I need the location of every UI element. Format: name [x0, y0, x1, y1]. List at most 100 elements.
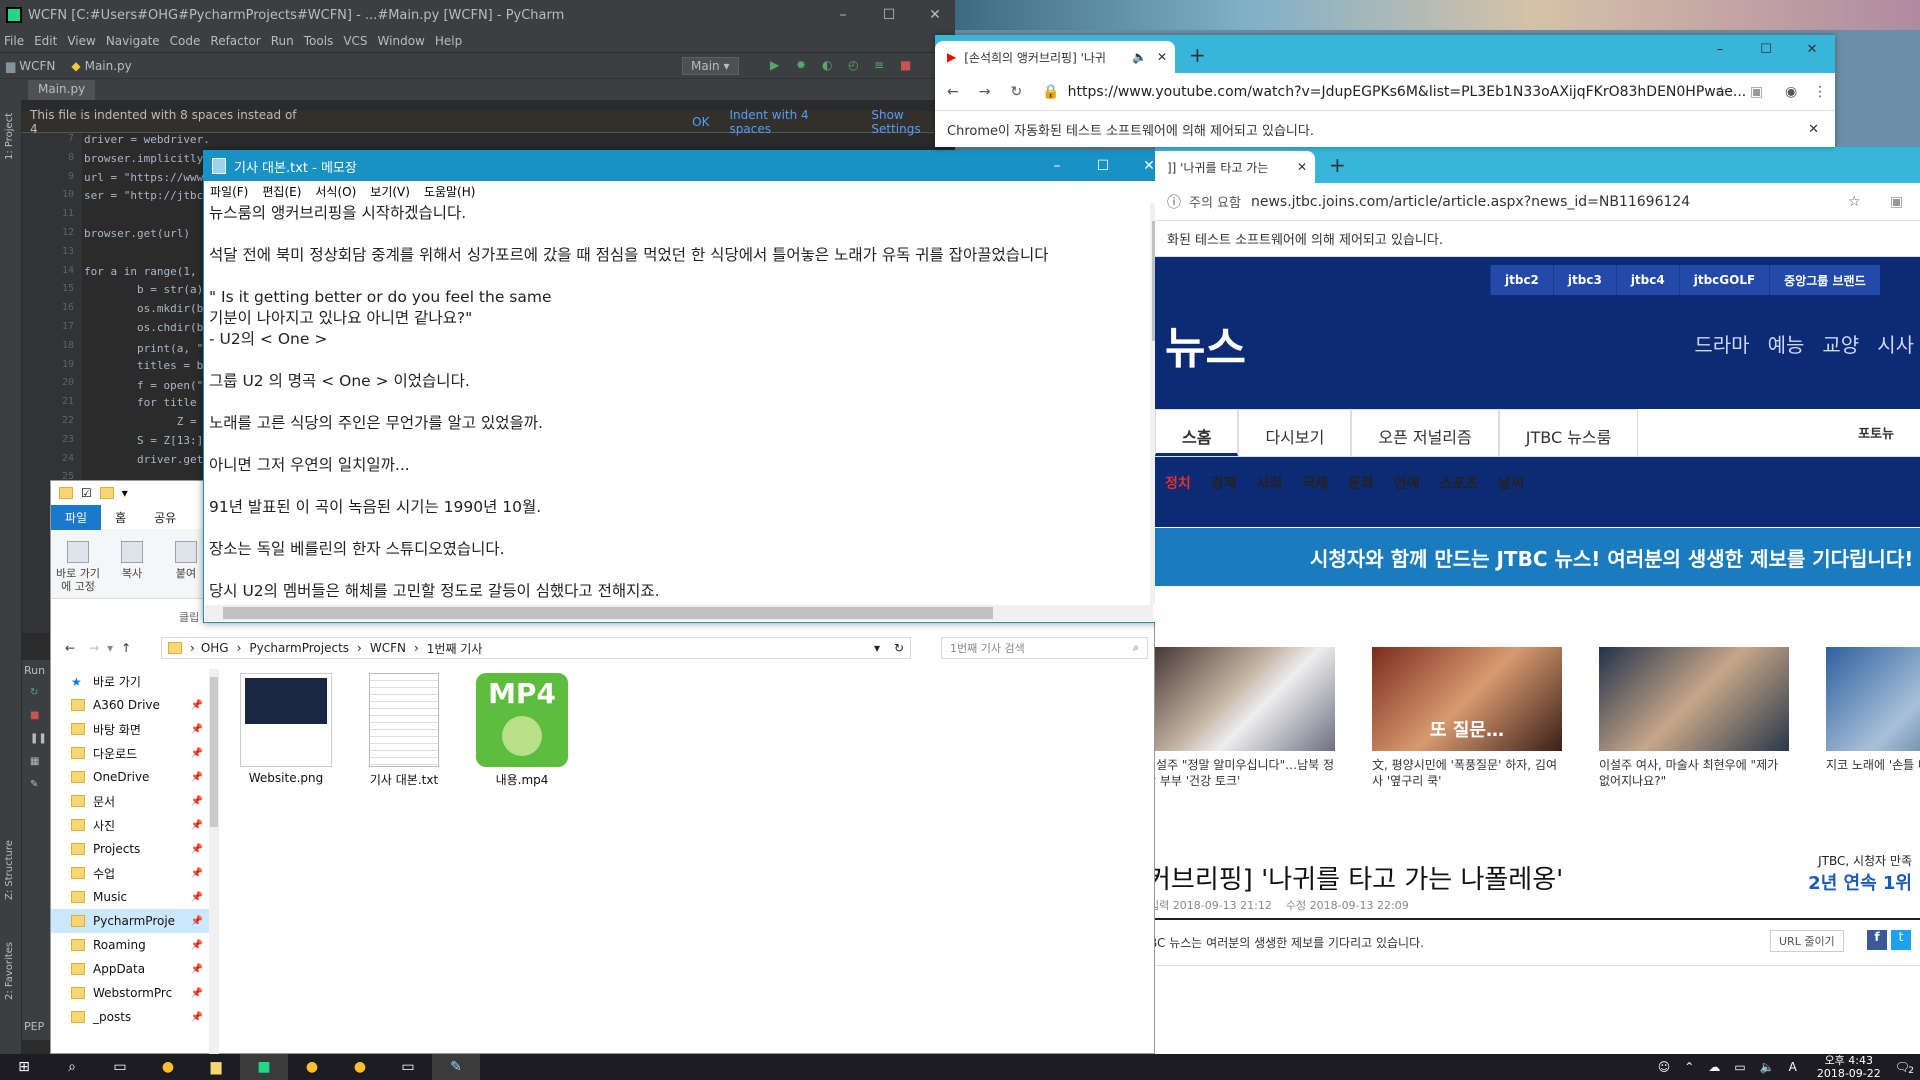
code-line[interactable]: driver.get(	[84, 453, 210, 472]
info-icon[interactable]: ⓘ	[1167, 192, 1181, 212]
people-icon[interactable]: ☺	[1658, 1060, 1671, 1074]
nav-item[interactable]: A360 Drive 📌	[51, 693, 211, 717]
back-icon[interactable]: ←	[947, 84, 959, 100]
close-button[interactable]: ✕	[912, 0, 958, 30]
code-line[interactable]: print(a, "번	[84, 340, 213, 359]
recent-icon[interactable]: ▾	[107, 641, 113, 655]
nav-item[interactable]: 수업 📌	[51, 861, 211, 885]
channel-jtbc3[interactable]: jtbc3	[1552, 265, 1616, 295]
terminal-icon[interactable]: ▭	[384, 1054, 432, 1080]
pycharm-icon[interactable]: ■	[240, 1054, 288, 1080]
nav-scrollbar[interactable]	[209, 669, 219, 1055]
menu-navigate[interactable]: Navigate	[106, 34, 160, 48]
file-website-png[interactable]: Website.png	[231, 673, 341, 793]
menu-kebab-icon[interactable]: ⋮	[1813, 84, 1827, 100]
tab-main-py[interactable]: Main.py	[28, 80, 96, 100]
section-society[interactable]: 사회	[1247, 465, 1293, 495]
back-icon[interactable]: ←	[65, 641, 75, 655]
run-label[interactable]: Run	[22, 660, 52, 681]
menu-view[interactable]: 보기(V)	[370, 183, 410, 200]
maximize-button[interactable]: ☐	[1080, 151, 1126, 181]
forward-icon[interactable]: →	[89, 641, 99, 655]
channel-group-brand[interactable]: 중앙그룹 브랜드	[1769, 265, 1880, 295]
menu-help[interactable]: Help	[435, 34, 462, 48]
chrome-icon[interactable]: ●	[288, 1054, 336, 1080]
code-line[interactable]: browser.get(url)	[84, 227, 204, 246]
channel-jtbc2[interactable]: jtbc2	[1490, 265, 1553, 295]
code-line[interactable]	[84, 208, 204, 227]
breadcrumb-project[interactable]: WCFN	[19, 59, 55, 73]
chrome-icon[interactable]: ●	[336, 1054, 384, 1080]
stop-icon[interactable]: ■	[900, 58, 911, 72]
file-article-txt[interactable]: 기사 대본.txt	[349, 673, 459, 793]
jtbc-url[interactable]: news.jtbc.joins.com/article/article.aspx…	[1251, 194, 1690, 210]
photo-news-link[interactable]: 포토뉴	[1832, 409, 1920, 456]
tab-news-home[interactable]: 스홈	[1155, 409, 1239, 456]
news-card[interactable]: 이설주 여사, 마술사 최현우에 "제가 없어지나요?"	[1599, 647, 1789, 789]
code-line[interactable]: f = open("기	[84, 377, 213, 396]
code-line[interactable]: ser = "http://jtbc.	[84, 189, 210, 208]
bookmark-star-icon[interactable]: ☆	[1848, 194, 1861, 210]
battery-icon[interactable]: ▭	[1734, 1060, 1745, 1074]
nav-item[interactable]: Roaming 📌	[51, 933, 211, 957]
url-shorten-button[interactable]: URL 줄이기	[1770, 930, 1844, 952]
nav-item[interactable]: WebstormPrc 📌	[51, 981, 211, 1005]
channel-jtbc4[interactable]: jtbc4	[1615, 265, 1679, 295]
nav-item[interactable]: Projects 📌	[51, 837, 211, 861]
menu-tools[interactable]: Tools	[304, 34, 334, 48]
cat-variety[interactable]: 예능	[1768, 329, 1805, 358]
checkbox-icon[interactable]: ☑	[81, 486, 92, 500]
section-economy[interactable]: 경제	[1201, 465, 1247, 495]
jtbc-tip-banner[interactable]: 시청자와 함께 만드는 JTBC 뉴스! 여러분의 생생한 제보를 기다립니다!	[1155, 528, 1920, 586]
stop-run-icon[interactable]: ■	[22, 704, 52, 727]
file-content-mp4[interactable]: MP4 내용.mp4	[467, 673, 577, 793]
concurrency-icon[interactable]: ≡	[874, 58, 884, 72]
code-line[interactable]: for title in	[84, 396, 216, 415]
breadcrumb-ohg[interactable]: OHG	[201, 641, 229, 655]
indent-fix-link[interactable]: Indent with 4 spaces	[730, 108, 852, 136]
start-button[interactable]: ⊞	[0, 1054, 48, 1080]
maximize-button[interactable]: ☐	[866, 0, 912, 30]
nav-item[interactable]: OneDrive 📌	[51, 765, 211, 789]
task-view-icon[interactable]: ▭	[96, 1054, 144, 1080]
ribbon-tab-share[interactable]: 공유	[140, 505, 190, 530]
address-bar[interactable]: › OHG › PycharmProjects › WCFN › 1번째 기사 …	[161, 637, 911, 659]
nav-item[interactable]: _posts 📌	[51, 1005, 211, 1029]
minimize-button[interactable]: –	[1697, 35, 1743, 63]
code-line[interactable]: driver = webdriver.	[84, 133, 210, 152]
volume-icon[interactable]: 🔈	[1760, 1060, 1775, 1074]
reload-icon[interactable]: ↻	[1010, 84, 1022, 100]
nav-item[interactable]: ★ 바로 가기	[51, 669, 211, 693]
copy-button[interactable]: 복사	[105, 529, 159, 598]
nav-item[interactable]: PycharmProje 📌	[51, 909, 211, 933]
chrome-icon[interactable]: ●	[144, 1054, 192, 1080]
audio-icon[interactable]: 🔈	[1132, 50, 1147, 64]
menu-edit[interactable]: 편집(E)	[262, 183, 301, 200]
notepad-text-area[interactable]: 뉴스룸의 앵커브리핑을 시작하겠습니다. 석달 전에 북미 정상회담 중계를 위…	[207, 203, 1151, 603]
nav-item[interactable]: 사진 📌	[51, 813, 211, 837]
cat-education[interactable]: 교양	[1822, 329, 1859, 358]
minimize-button[interactable]: –	[820, 0, 866, 30]
menu-edit[interactable]: Edit	[34, 34, 57, 48]
ribbon-tab-file[interactable]: 파일	[51, 504, 102, 530]
section-world[interactable]: 국제	[1292, 465, 1338, 495]
new-tab-icon[interactable]: +	[1329, 153, 1346, 177]
search-input[interactable]: 1번째 기사 검색 ⌕	[941, 637, 1148, 659]
layout-icon[interactable]: ▦	[22, 750, 52, 773]
jtbc-ad[interactable]: JTBC, 시청자 만족 2년 연속 1위	[1808, 852, 1912, 895]
tab-open-journalism[interactable]: 오픈 저널리즘	[1351, 409, 1499, 456]
code-line[interactable]: S = Z[13:]	[84, 434, 204, 453]
nav-item[interactable]: AppData 📌	[51, 957, 211, 981]
code-line[interactable]: b = str(a)	[84, 283, 204, 302]
facebook-icon[interactable]: f	[1867, 930, 1887, 950]
tab-jtbc-newsroom[interactable]: JTBC 뉴스룸	[1498, 409, 1639, 456]
nav-item[interactable]: 문서 📌	[51, 789, 211, 813]
pause-icon[interactable]: ❚❚	[22, 727, 52, 750]
clock[interactable]: 오후 4:43 2018-09-22	[1817, 1054, 1881, 1080]
section-sports[interactable]: 스포츠	[1430, 465, 1489, 495]
profile-icon[interactable]: ◉	[1785, 84, 1797, 100]
extension-icon[interactable]: ▣	[1750, 84, 1763, 100]
nav-scroll-thumb[interactable]	[210, 677, 218, 827]
close-infobar-icon[interactable]: ✕	[1808, 122, 1819, 137]
news-card[interactable]: 또 질문… 文, 평양시민에 '폭풍질문' 하자, 김여사 '옆구리 쿡'	[1372, 647, 1562, 789]
